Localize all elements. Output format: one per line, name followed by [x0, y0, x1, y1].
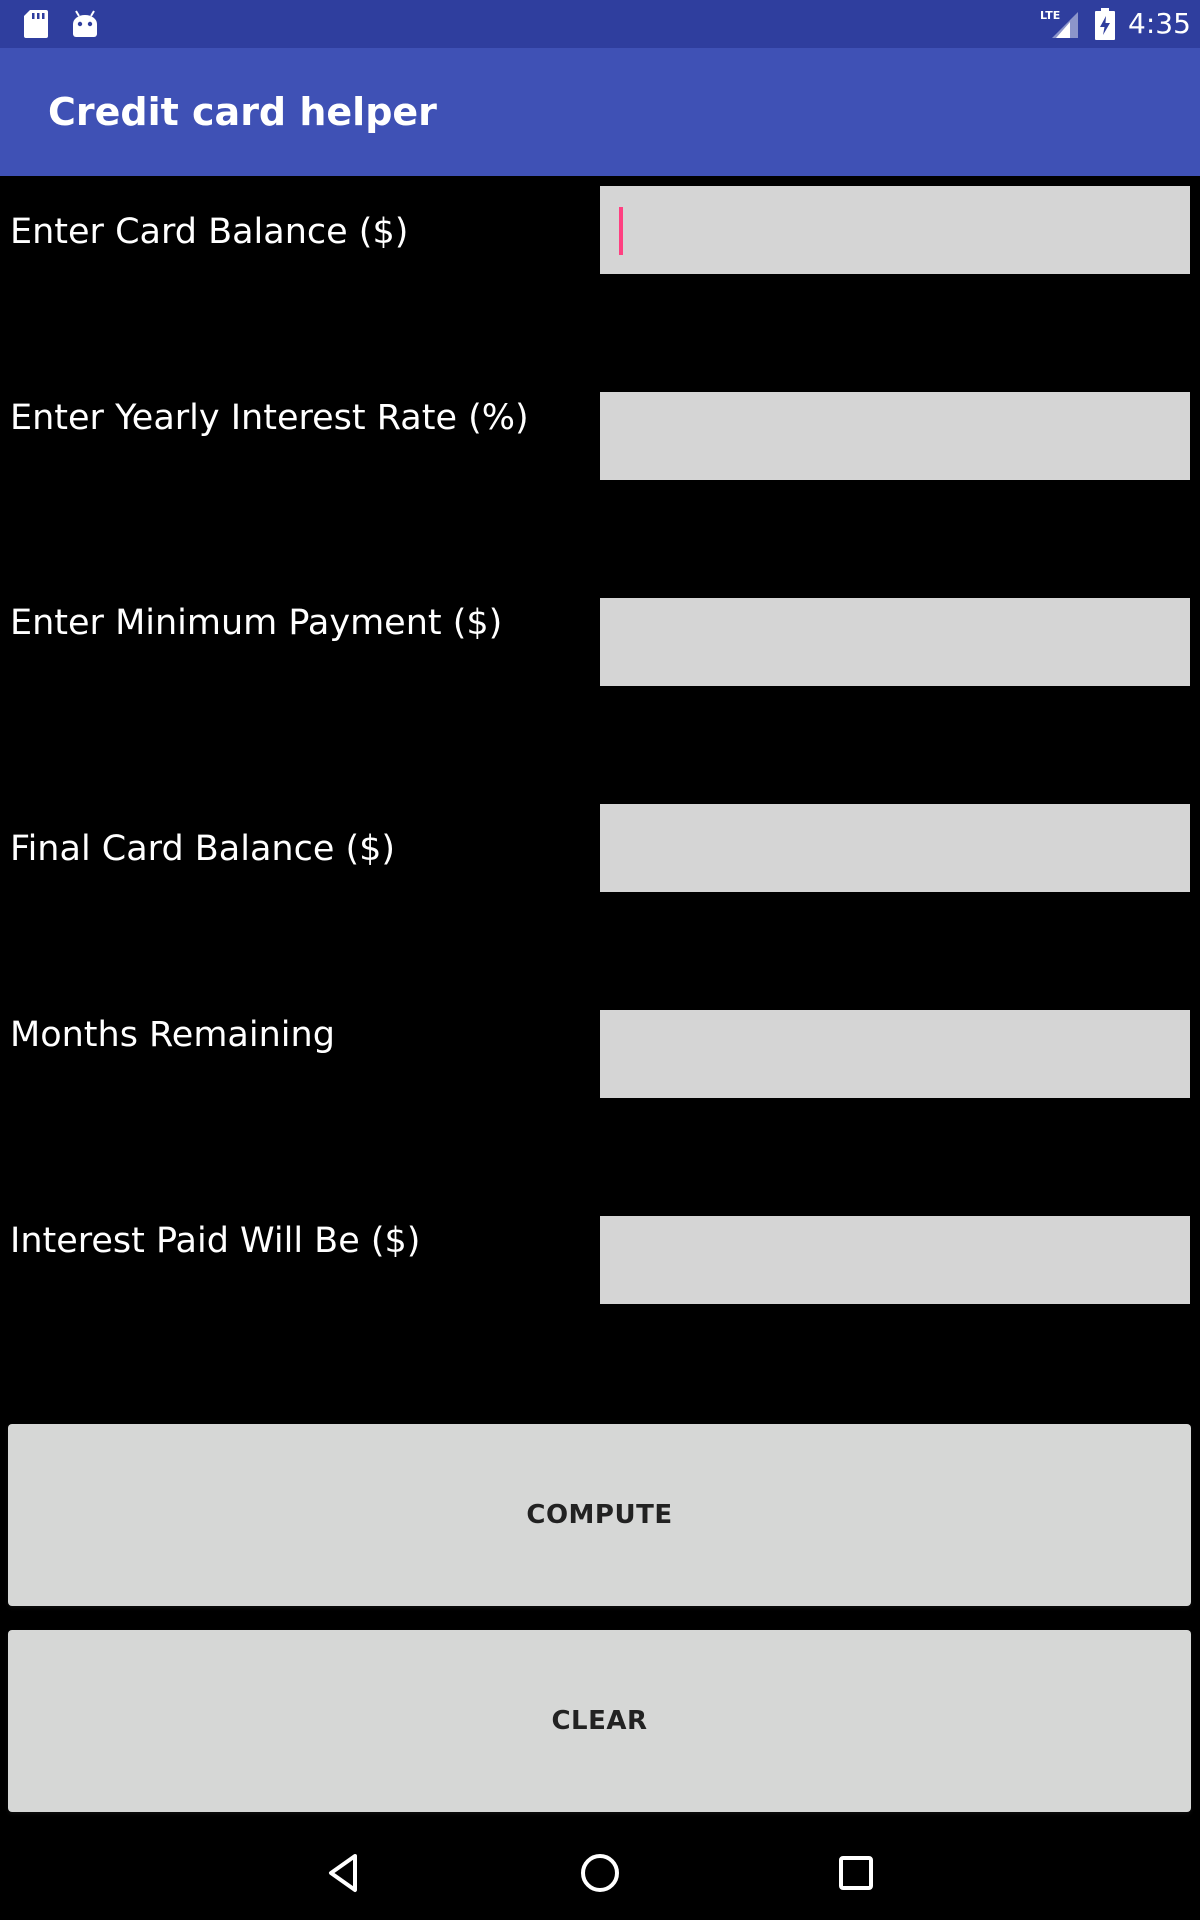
recents-icon[interactable] [831, 1848, 881, 1898]
final-balance-label: Final Card Balance ($) [10, 829, 396, 869]
final-balance-field[interactable] [600, 804, 1190, 892]
interest-paid-field[interactable] [600, 1216, 1190, 1304]
status-time: 4:35 [1128, 7, 1191, 40]
home-icon[interactable] [575, 1848, 625, 1898]
text-cursor [619, 207, 623, 255]
minimum-payment-input[interactable] [600, 598, 1190, 686]
android-debug-icon [73, 10, 97, 37]
months-remaining-label: Months Remaining [10, 1015, 335, 1055]
battery-charging-icon [1095, 8, 1115, 40]
card-balance-label: Enter Card Balance ($) [10, 212, 409, 252]
interest-rate-input[interactable] [600, 392, 1190, 480]
months-remaining-field[interactable] [600, 1010, 1190, 1098]
lte-signal-icon: LTE [1040, 9, 1078, 38]
back-icon[interactable] [319, 1848, 369, 1898]
status-bar: LTE 4:35 [0, 0, 1200, 48]
svg-text:LTE: LTE [1040, 9, 1060, 22]
compute-button[interactable]: COMPUTE [8, 1424, 1191, 1606]
app-title: Credit card helper [48, 90, 437, 134]
sd-card-icon [24, 10, 48, 38]
app-bar: Credit card helper [0, 48, 1200, 176]
minimum-payment-label: Enter Minimum Payment ($) [10, 603, 503, 643]
card-balance-input[interactable] [600, 186, 1190, 274]
interest-rate-label: Enter Yearly Interest Rate (%) [10, 398, 529, 438]
navigation-bar [0, 1826, 1200, 1920]
clear-button[interactable]: CLEAR [8, 1630, 1191, 1812]
interest-paid-label: Interest Paid Will Be ($) [10, 1221, 421, 1261]
